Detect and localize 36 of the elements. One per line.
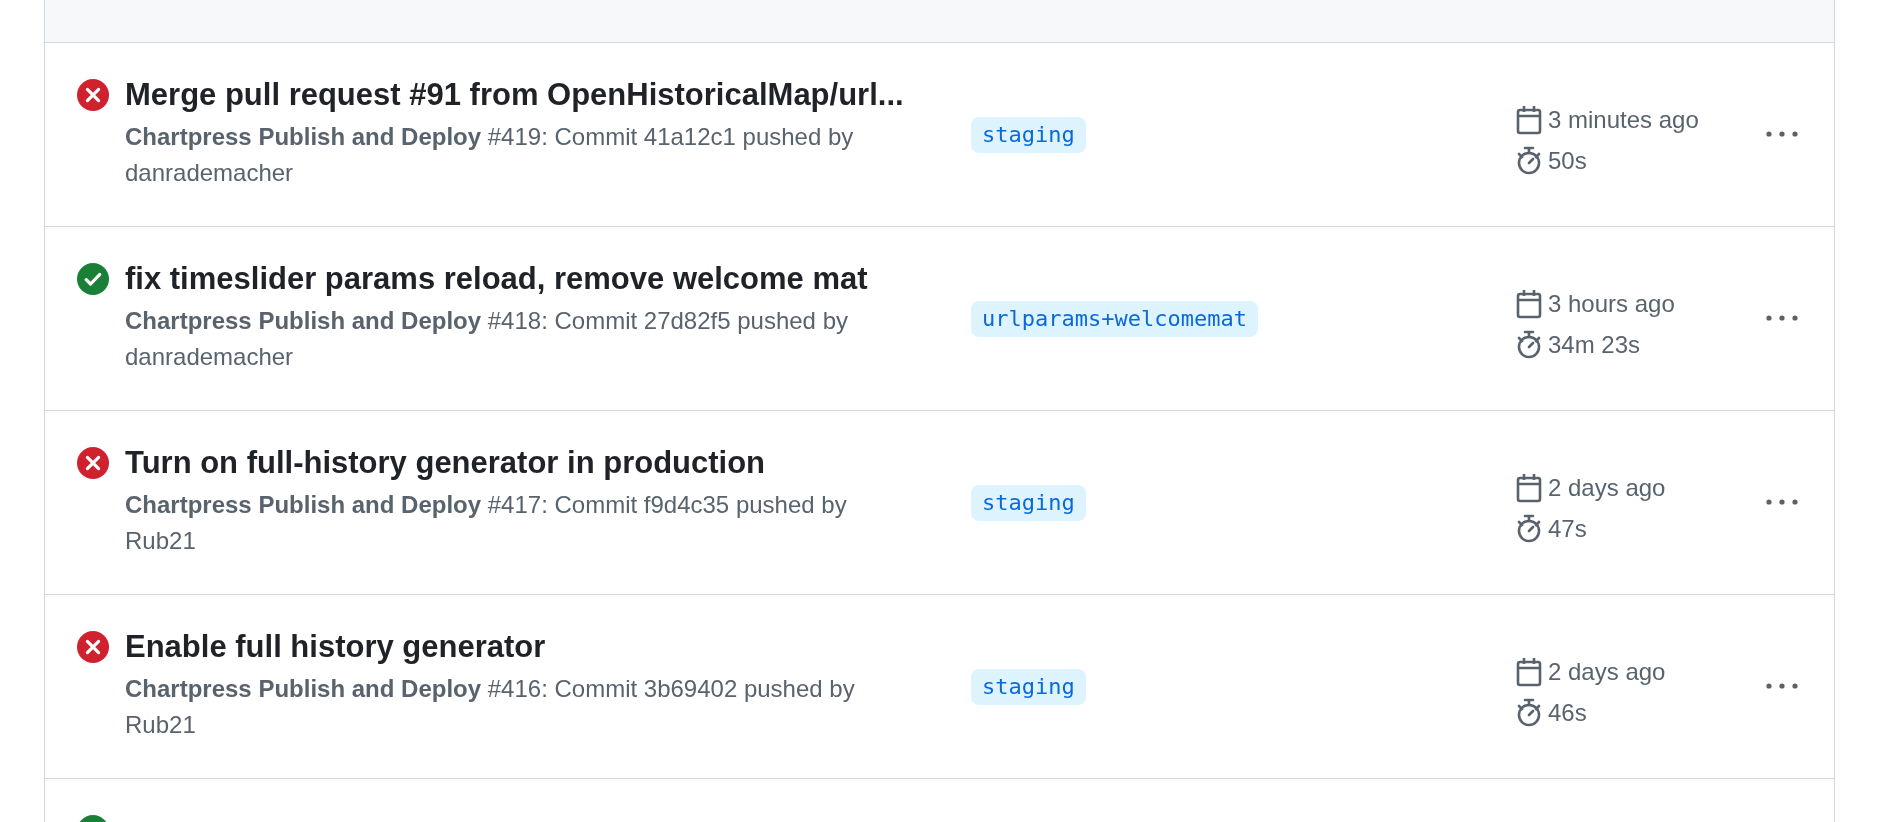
ellipsis-icon: [1766, 131, 1798, 137]
run-details: Chartpress Publish and Deploy #416: Commit 3b69402 pushed by Rub21: [125, 674, 856, 740]
run-duration: 34m 23s: [1548, 329, 1641, 360]
run-time: 2 days ago: [1548, 656, 1666, 687]
stopwatch-icon: [1516, 513, 1542, 544]
run-title[interactable]: Enable full history generator: [125, 627, 546, 667]
run-time: 3 hours ago: [1548, 288, 1675, 319]
run-title[interactable]: Merge pull request #91 from OpenHistoricalMap/url...: [125, 75, 904, 115]
ellipsis-icon: [1766, 683, 1798, 689]
branch-label[interactable]: staging: [971, 485, 1086, 521]
run-title[interactable]: Turn on full-history generator in production: [125, 443, 766, 483]
error-icon: [77, 447, 109, 479]
run-details: Chartpress Publish and Deploy #417: Commit f9d4c35 pushed by Rub21: [125, 490, 848, 556]
ellipsis-icon: [1766, 499, 1798, 505]
run-time: 2 days ago: [1548, 472, 1666, 503]
run-time: 3 minutes ago: [1548, 104, 1699, 135]
run-duration: 50s: [1548, 145, 1587, 176]
calendar-icon: [1516, 472, 1542, 503]
stopwatch-icon: [1516, 329, 1542, 360]
run-title[interactable]: fix timeslider params reload, remove welcome mat: [125, 259, 868, 299]
check-icon: [77, 263, 109, 295]
run-duration: 46s: [1548, 697, 1587, 728]
branch-label[interactable]: staging: [971, 117, 1086, 153]
stopwatch-icon: [1516, 145, 1542, 176]
calendar-icon: [1516, 104, 1542, 135]
branch-label[interactable]: urlparams+welcomemat: [971, 301, 1258, 337]
run-details: Chartpress Publish and Deploy #419: Commit 41a12c1 pushed by danrademacher: [125, 122, 855, 188]
error-icon: [77, 631, 109, 663]
error-icon: [77, 79, 109, 111]
run-duration: 47s: [1548, 513, 1587, 544]
branch-label[interactable]: staging: [971, 669, 1086, 705]
run-details: Chartpress Publish and Deploy #418: Commit 27d82f5 pushed by danrademacher: [125, 306, 849, 372]
ellipsis-icon: [1766, 315, 1798, 321]
stopwatch-icon: [1516, 697, 1542, 728]
calendar-icon: [1516, 288, 1542, 319]
calendar-icon: [1516, 656, 1542, 687]
